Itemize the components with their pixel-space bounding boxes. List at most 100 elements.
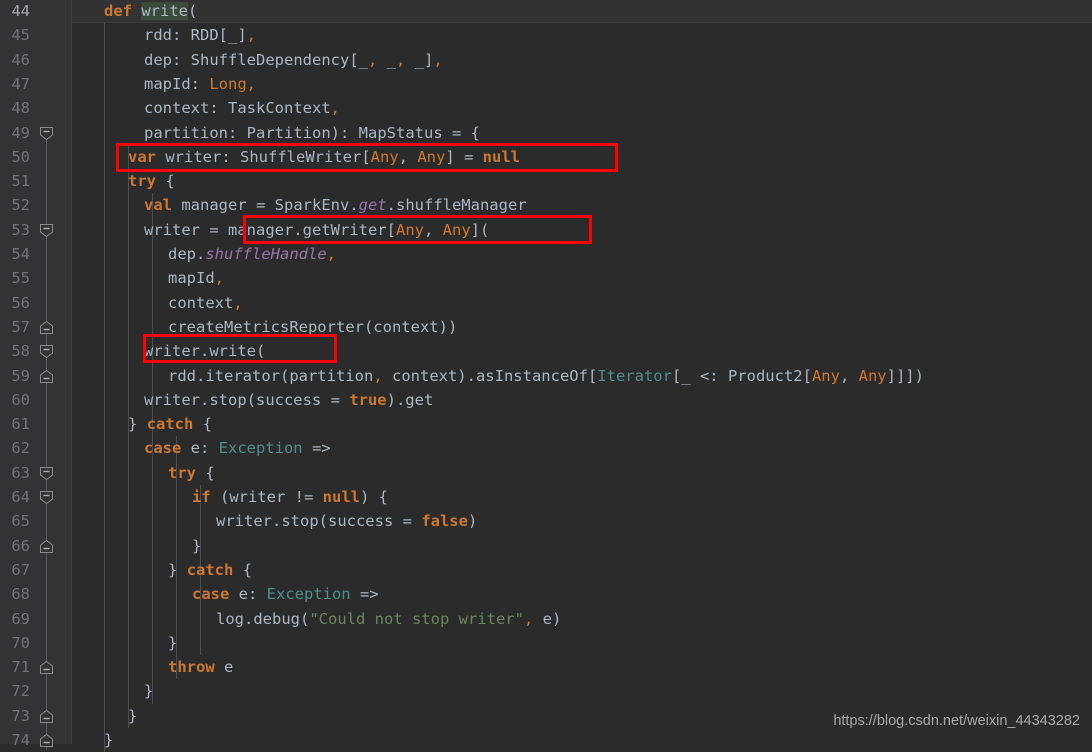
line-number-64: 64 (11, 488, 30, 506)
token: ).get (386, 390, 434, 409)
token: } (104, 731, 114, 749)
line-number-58: 58 (11, 342, 30, 361)
token: : (190, 74, 210, 93)
code-line-68[interactable]: case e: Exception => (72, 582, 379, 606)
line-number-68: 68 (11, 585, 30, 604)
line-number-51: 51 (11, 172, 30, 191)
code-line-54[interactable]: dep.shuffleHandle, (72, 242, 336, 266)
token: Any (395, 220, 424, 239)
editor-gutter[interactable]: 44 45 46 47 48 49 50 51 52 53 54 55 56 57 58 59 60 61 62 63… (0, 0, 72, 750)
token: var (128, 147, 156, 166)
gutter-divider (71, 0, 72, 744)
token: mapId (144, 74, 191, 93)
code-line-46[interactable]: dep: ShuffleDependency[_, _, _], (72, 48, 443, 72)
fold-down-icon-line-49[interactable] (39, 126, 54, 141)
code-line-45[interactable]: rdd: RDD[_], (72, 23, 256, 47)
line-number-71: 71 (11, 658, 30, 677)
fold-down-icon-line-58[interactable] (39, 344, 54, 359)
line-number-65: 65 (11, 512, 30, 531)
token: { (196, 463, 215, 482)
token: catch (186, 560, 234, 579)
current-line-highlight (72, 0, 1092, 24)
code-line-72[interactable]: } (72, 679, 153, 703)
code-line-57[interactable]: createMetricsReporter(context)) (72, 315, 457, 339)
token: : (172, 50, 191, 69)
code-line-63[interactable]: try { (72, 461, 215, 485)
token: } (128, 706, 138, 725)
token: e) (533, 609, 562, 628)
token: context).asInstanceOf (382, 366, 588, 385)
code-line-65[interactable]: writer.stop(success = false) (72, 509, 477, 533)
line-number-55: 55 (11, 269, 30, 288)
code-line-53[interactable]: writer = manager.getWriter[Any, Any]( (72, 218, 489, 242)
code-line-56[interactable]: context, (72, 291, 243, 315)
token: => (302, 439, 331, 458)
token: Product2 (727, 366, 803, 385)
code-line-58[interactable]: writer.write( (72, 339, 265, 363)
token: Iterator (597, 366, 672, 385)
fold-up-icon-line-74[interactable] (39, 733, 54, 748)
line-number-46: 46 (11, 50, 30, 69)
code-editor[interactable]: 44 45 46 47 48 49 50 51 52 53 54 55 56 57 58 59 60 61 62 63… (0, 0, 1092, 752)
code-line-52[interactable]: val manager = SparkEnv.get.shuffleManage… (72, 193, 527, 217)
token: , (214, 269, 225, 288)
token: , (246, 26, 257, 45)
code-line-49[interactable]: partition: Partition): MapStatus = { (72, 121, 480, 145)
code-line-74[interactable]: } (72, 728, 113, 752)
token: case (144, 439, 182, 458)
code-line-48[interactable]: context: TaskContext, (72, 96, 340, 120)
fold-up-icon-line-66[interactable] (39, 539, 54, 554)
token: TaskContext (228, 99, 331, 118)
code-line-51[interactable]: try { (72, 169, 175, 193)
fold-up-icon-line-71[interactable] (39, 660, 54, 675)
token: ShuffleDependency (190, 50, 350, 69)
token: MapStatus (358, 123, 443, 142)
fold-up-icon-line-59[interactable] (39, 369, 54, 384)
token: writer = (144, 220, 228, 239)
code-line-60[interactable]: writer.stop(success = true).get (72, 388, 433, 412)
code-line-73[interactable]: } (72, 704, 137, 728)
fold-down-icon-line-63[interactable] (39, 466, 54, 481)
token: e: (181, 439, 219, 458)
token: => (350, 585, 379, 604)
fold-down-icon-line-64[interactable] (39, 490, 54, 505)
fold-rail (46, 126, 47, 750)
fold-up-icon-line-57[interactable] (39, 320, 54, 335)
line-number-66: 66 (11, 536, 30, 555)
token: Partition (246, 123, 331, 142)
code-line-69[interactable]: log.debug("Could not stop writer", e) (72, 607, 561, 631)
token: Any (417, 147, 446, 166)
code-line-71[interactable]: throw e (72, 655, 233, 679)
code-line-59[interactable]: rdd.iterator(partition, context).asInsta… (72, 364, 924, 388)
token: SparkEnv (274, 196, 350, 215)
code-line-50[interactable]: var writer: ShuffleWriter[Any, Any] = nu… (72, 145, 520, 169)
token: [ (361, 147, 371, 166)
code-line-47[interactable]: mapId: Long, (72, 72, 256, 96)
token: : (221, 147, 240, 166)
line-number-60: 60 (11, 390, 30, 409)
token: e (214, 658, 234, 677)
code-line-70[interactable]: } (72, 631, 177, 655)
token: , (367, 50, 378, 69)
code-line-66[interactable]: } (72, 534, 201, 558)
token: .shuffleManager (386, 196, 527, 215)
code-line-62[interactable]: case e: Exception => (72, 436, 331, 460)
code-line-64[interactable]: if (writer != null) { (72, 485, 388, 509)
line-number-47: 47 (11, 74, 30, 93)
token: (writer != (210, 488, 323, 506)
token: shuffleHandle (205, 245, 327, 263)
code-content-area[interactable]: def write(rdd: RDD[_], dep: ShuffleDepend… (72, 0, 1092, 752)
code-line-67[interactable]: } catch { (72, 558, 252, 582)
token: , (373, 366, 383, 385)
fold-down-icon-line-53[interactable] (39, 223, 54, 238)
token: { (193, 415, 213, 434)
token: ( (188, 2, 198, 20)
code-line-61[interactable]: } catch { (72, 412, 212, 436)
line-number-69: 69 (11, 609, 30, 628)
code-line-44[interactable]: def write( (72, 0, 197, 23)
token: dep (144, 50, 172, 69)
token: [_ <: (671, 366, 728, 385)
code-line-55[interactable]: mapId, (72, 266, 224, 290)
fold-up-icon-line-73[interactable] (39, 709, 54, 724)
